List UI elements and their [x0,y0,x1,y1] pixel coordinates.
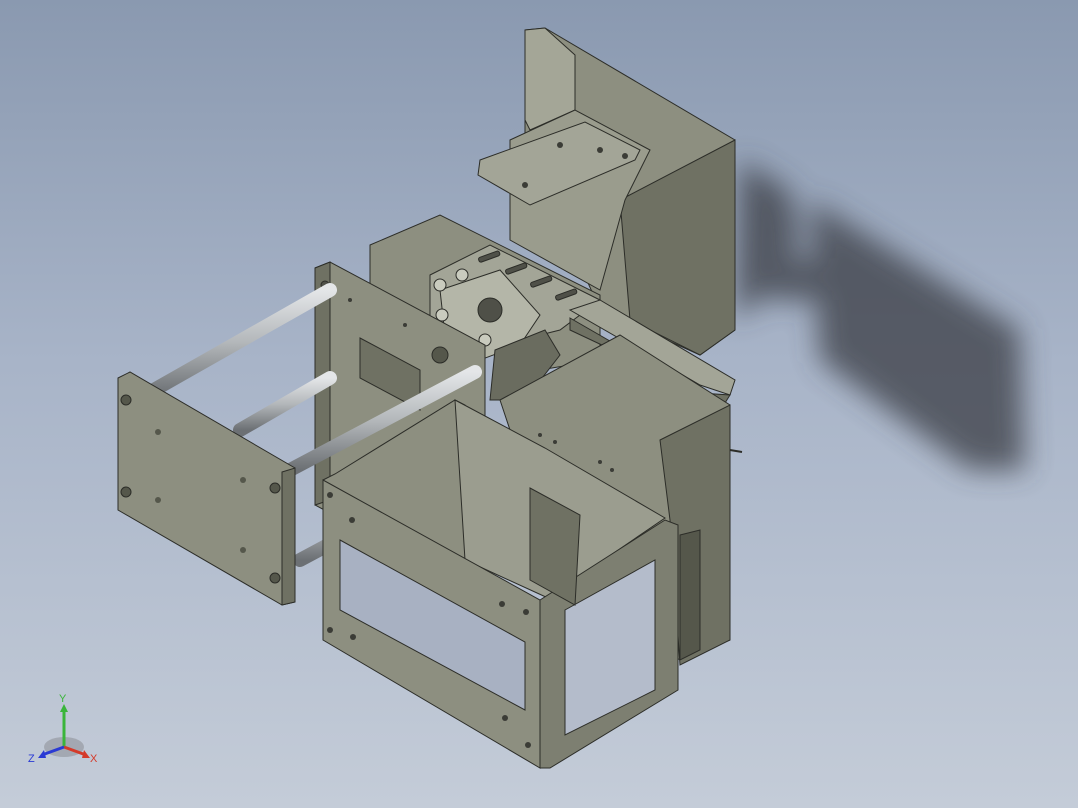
x-axis-label: X [90,753,98,765]
y-axis-label: Y [59,693,67,705]
coordinate-triad[interactable]: Y X Z [24,690,114,780]
y-axis-arrow-icon [60,704,68,712]
x-axis-arrow-icon [82,750,90,758]
z-axis-label: Z [28,753,35,765]
z-axis-arrow-icon [38,750,46,758]
3d-viewport[interactable]: Y X Z [0,0,1078,808]
cast-shadow [735,160,1025,470]
cad-model-scene[interactable] [0,0,1078,808]
